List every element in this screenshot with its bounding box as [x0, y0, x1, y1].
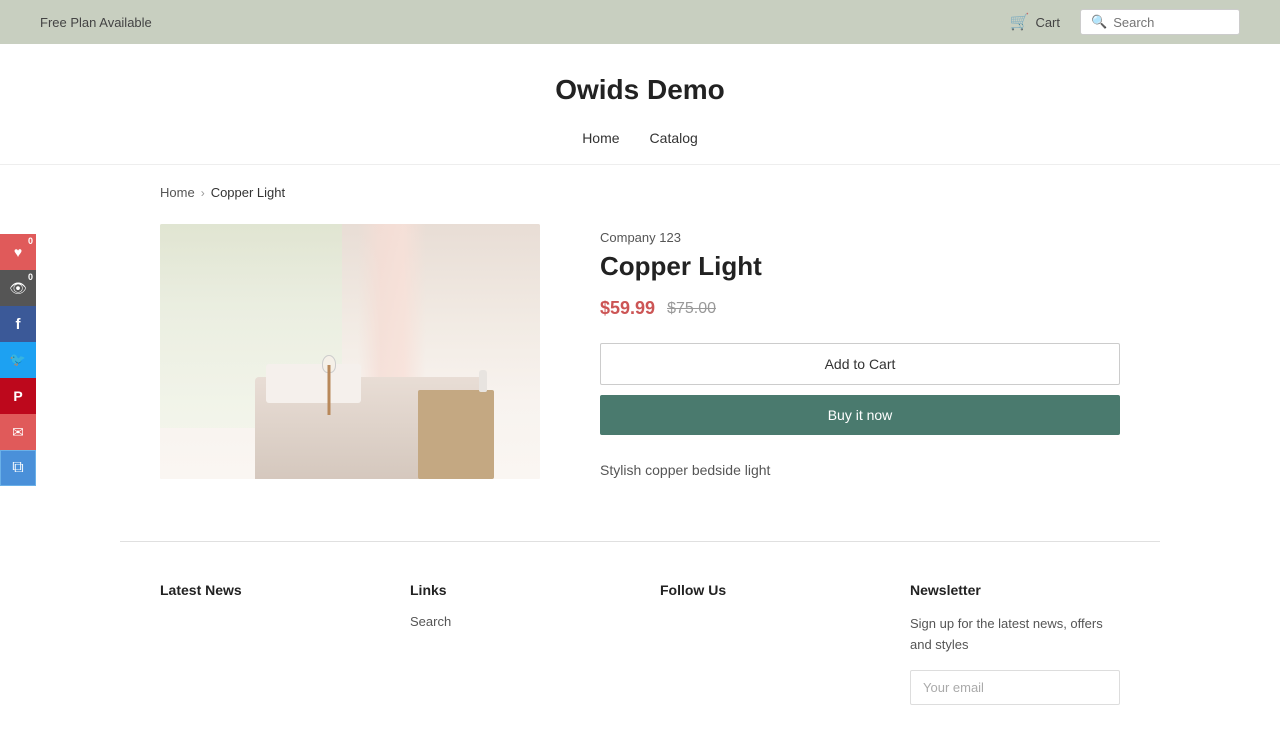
site-header: Owids Demo: [0, 44, 1280, 116]
twitter-share-button[interactable]: 🐦: [0, 342, 36, 378]
main-content: Home › Copper Light Company 123: [120, 165, 1160, 541]
copy-icon: ⧉: [12, 459, 23, 477]
buy-now-button[interactable]: Buy it now: [600, 395, 1120, 435]
breadcrumb-current: Copper Light: [211, 185, 285, 200]
follow-us-heading: Follow Us: [660, 582, 870, 598]
social-sidebar: ♥ 0 👁 0 f 🐦 P ✉ ⧉: [0, 234, 36, 486]
product-description: Stylish copper bedside light: [600, 459, 1120, 481]
wishlist-count: 0: [28, 236, 33, 246]
newsletter-text: Sign up for the latest news, offers and …: [910, 614, 1120, 656]
breadcrumb-separator: ›: [201, 186, 205, 200]
footer-links: Links Search: [410, 582, 620, 705]
facebook-icon: f: [16, 316, 21, 333]
announcement-text: Free Plan Available: [40, 15, 152, 30]
add-to-cart-button[interactable]: Add to Cart: [600, 343, 1120, 385]
footer-follow-us: Follow Us: [660, 582, 870, 705]
latest-news-heading: Latest News: [160, 582, 370, 598]
heart-icon: ♥: [14, 244, 22, 260]
views-button[interactable]: 👁 0: [0, 270, 36, 306]
nav-home[interactable]: Home: [582, 130, 619, 146]
email-icon: ✉: [12, 424, 24, 441]
cart-icon: 🛒: [1010, 12, 1030, 32]
email-share-button[interactable]: ✉: [0, 414, 36, 450]
breadcrumb: Home › Copper Light: [160, 185, 1120, 200]
twitter-icon: 🐦: [10, 352, 26, 368]
price-original: $75.00: [667, 300, 716, 318]
product-image-placeholder: [160, 224, 540, 479]
copy-link-button[interactable]: ⧉: [0, 450, 36, 486]
cart-link[interactable]: 🛒 Cart: [1010, 12, 1060, 32]
site-title: Owids Demo: [20, 74, 1260, 106]
newsletter-email-input[interactable]: [910, 670, 1120, 705]
site-footer: Latest News Links Search Follow Us Newsl…: [0, 541, 1280, 745]
search-input[interactable]: [1113, 15, 1229, 30]
top-bar: Free Plan Available 🛒 Cart 🔍: [0, 0, 1280, 44]
product-price: $59.99 $75.00: [600, 298, 1120, 319]
footer-grid: Latest News Links Search Follow Us Newsl…: [160, 582, 1120, 705]
wishlist-button[interactable]: ♥ 0: [0, 234, 36, 270]
facebook-share-button[interactable]: f: [0, 306, 36, 342]
pinterest-icon: P: [13, 388, 22, 404]
eye-icon: 👁: [9, 280, 27, 297]
pinterest-share-button[interactable]: P: [0, 378, 36, 414]
product-info: Company 123 Copper Light $59.99 $75.00 A…: [600, 224, 1120, 481]
footer-latest-news: Latest News: [160, 582, 370, 705]
search-box[interactable]: 🔍: [1080, 9, 1240, 35]
price-sale: $59.99: [600, 298, 655, 319]
top-bar-actions: 🛒 Cart 🔍: [1010, 9, 1240, 35]
product-section: Company 123 Copper Light $59.99 $75.00 A…: [160, 224, 1120, 481]
site-nav: Home Catalog: [0, 116, 1280, 165]
views-count: 0: [28, 272, 33, 282]
nav-catalog[interactable]: Catalog: [650, 130, 698, 146]
links-heading: Links: [410, 582, 620, 598]
footer-search-link[interactable]: Search: [410, 614, 620, 629]
product-image: [160, 224, 540, 479]
product-vendor: Company 123: [600, 230, 1120, 245]
search-icon: 🔍: [1091, 14, 1107, 30]
footer-newsletter: Newsletter Sign up for the latest news, …: [910, 582, 1120, 705]
newsletter-heading: Newsletter: [910, 582, 1120, 598]
product-title: Copper Light: [600, 251, 1120, 282]
cart-label: Cart: [1035, 15, 1060, 30]
breadcrumb-home[interactable]: Home: [160, 185, 195, 200]
